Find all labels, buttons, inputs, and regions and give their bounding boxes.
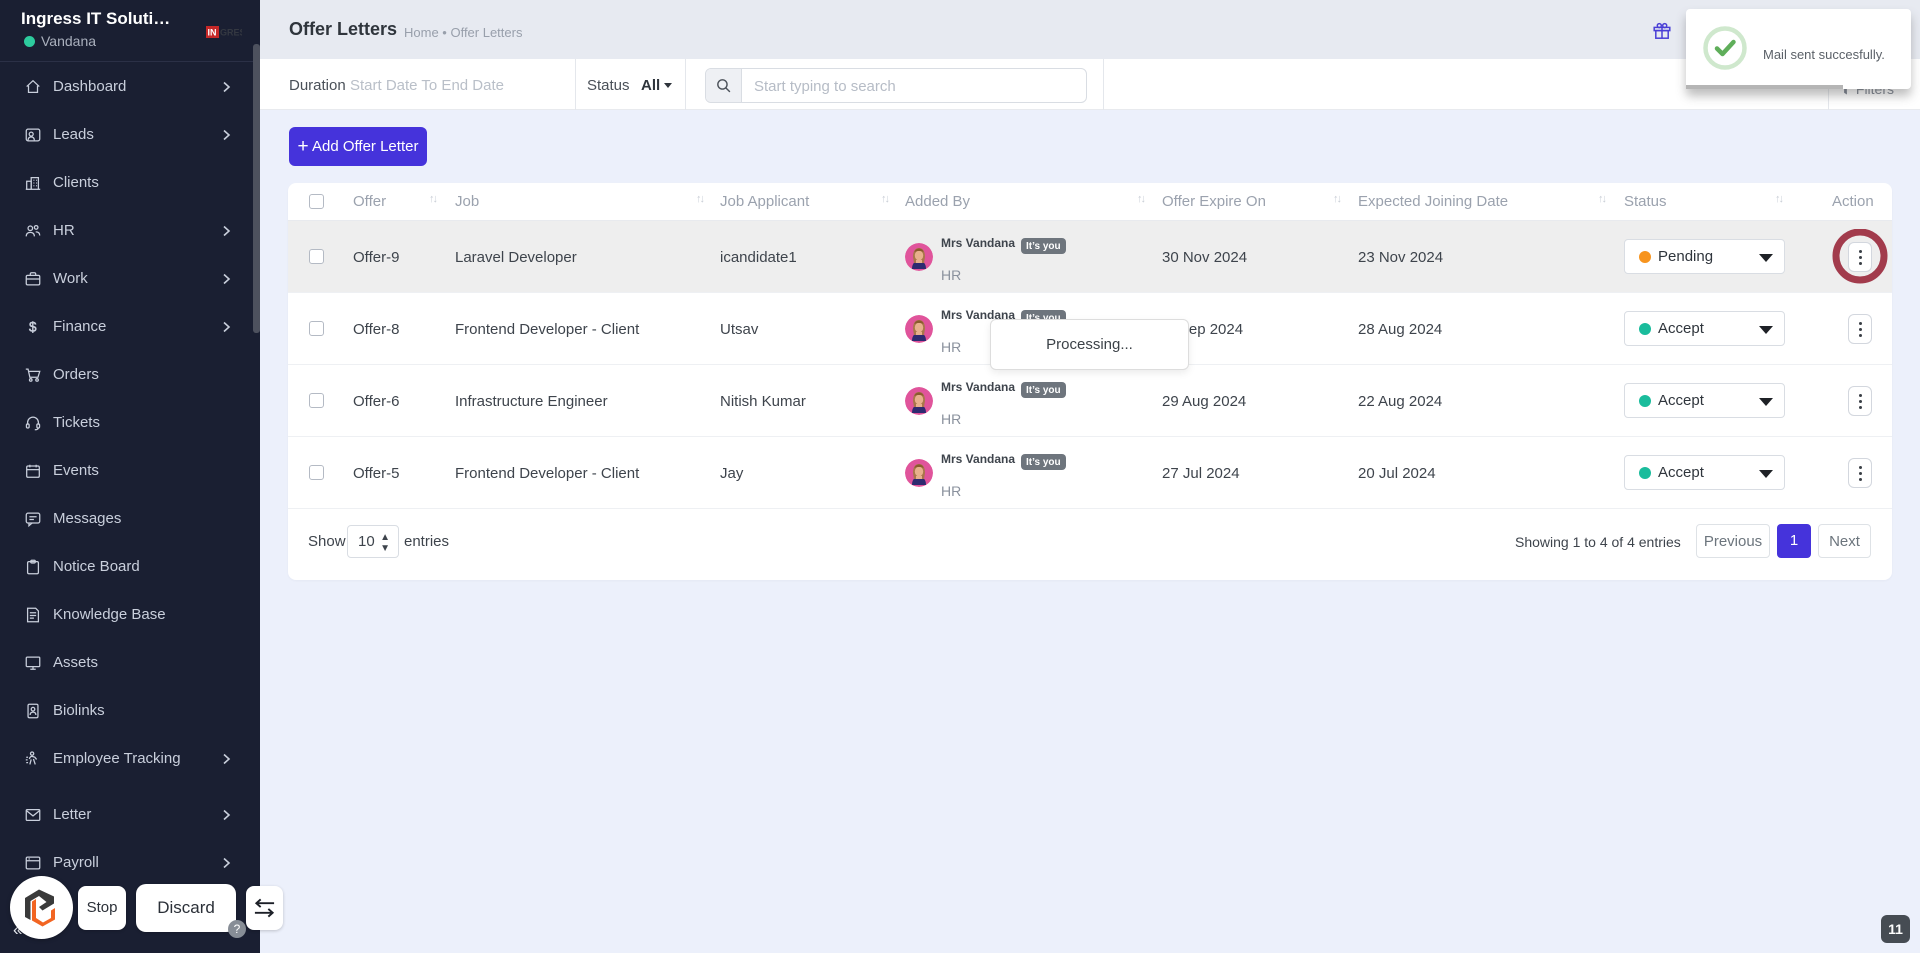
svg-text:$: $ [29,320,37,335]
svg-text:GRESS: GRESS [220,28,242,38]
svg-text:IN: IN [208,28,217,38]
